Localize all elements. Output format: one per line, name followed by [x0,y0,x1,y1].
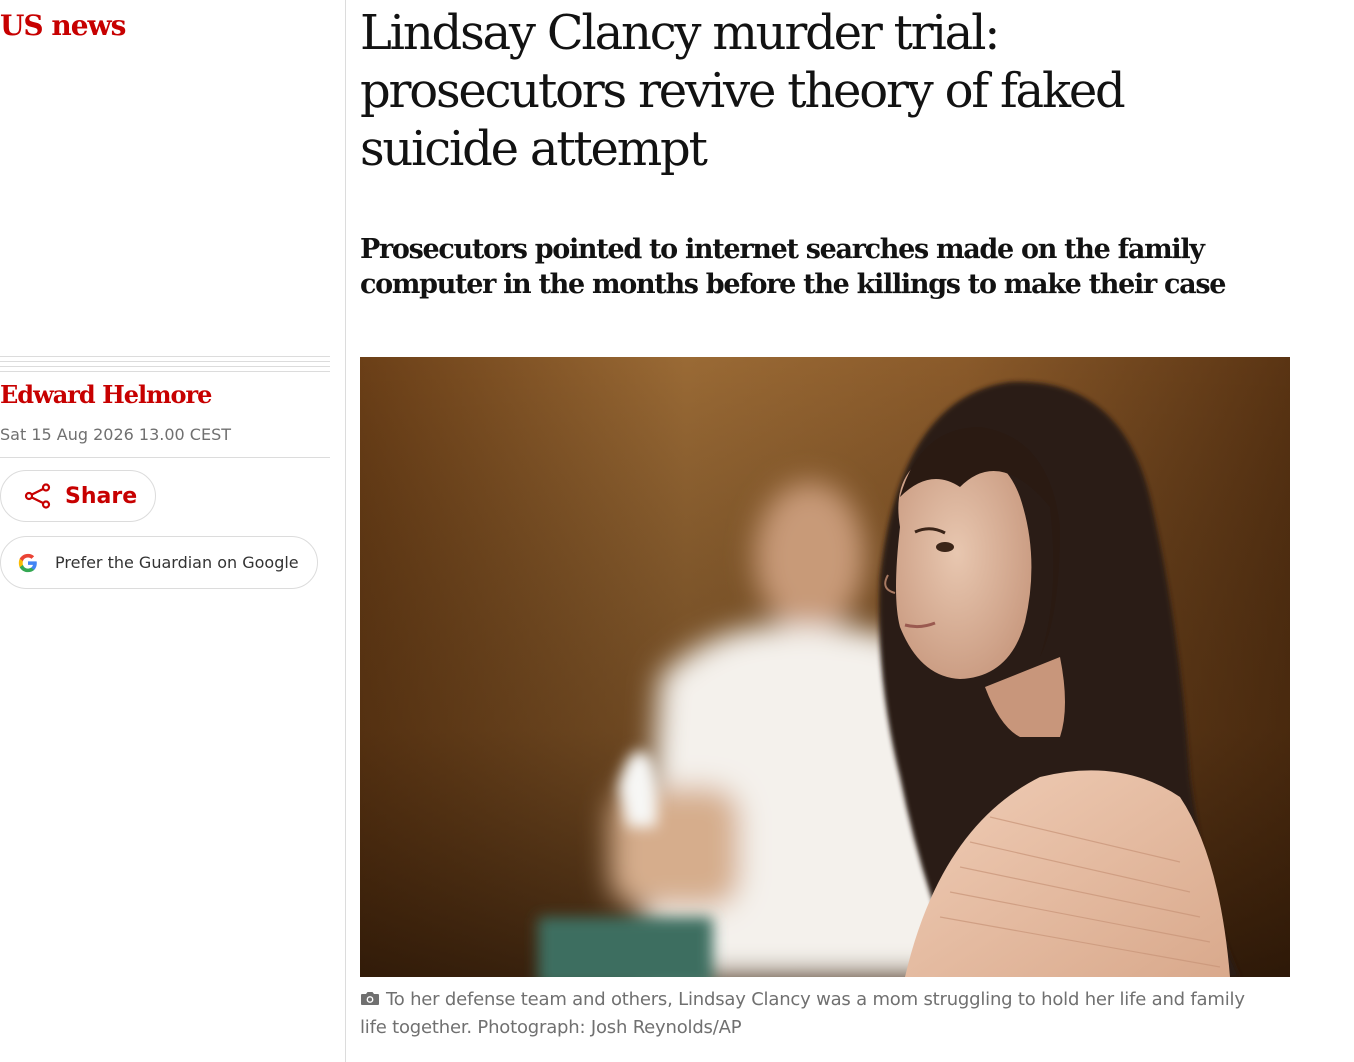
column-divider [345,0,346,1062]
article-main-photo[interactable] [360,357,1290,977]
author-byline[interactable]: Edward Helmore [0,378,212,412]
share-icon [24,483,51,509]
image-caption: To her defense team and others, Lindsay … [360,986,1260,1042]
byline-divider [0,356,330,376]
google-button-label: Prefer the Guardian on Google [55,553,299,572]
image-caption-text: To her defense team and others, Lindsay … [360,989,1245,1038]
prefer-guardian-on-google-button[interactable]: Prefer the Guardian on Google [0,536,318,589]
meta-divider [0,457,330,458]
camera-icon [361,992,379,1005]
share-button[interactable]: Share [0,470,156,522]
publish-date: Sat 15 Aug 2026 13.00 CEST [0,425,231,444]
share-button-label: Share [65,483,138,509]
google-g-icon [18,553,37,572]
article-headline: Lindsay Clancy murder trial: prosecutors… [360,5,1126,177]
section-link-us-news[interactable]: US news [0,6,126,46]
article-standfirst: Prosecutors pointed to internet searches… [360,234,1226,300]
article-meta-column: US news Edward Helmore Sat 15 Aug 2026 1… [0,0,330,1062]
